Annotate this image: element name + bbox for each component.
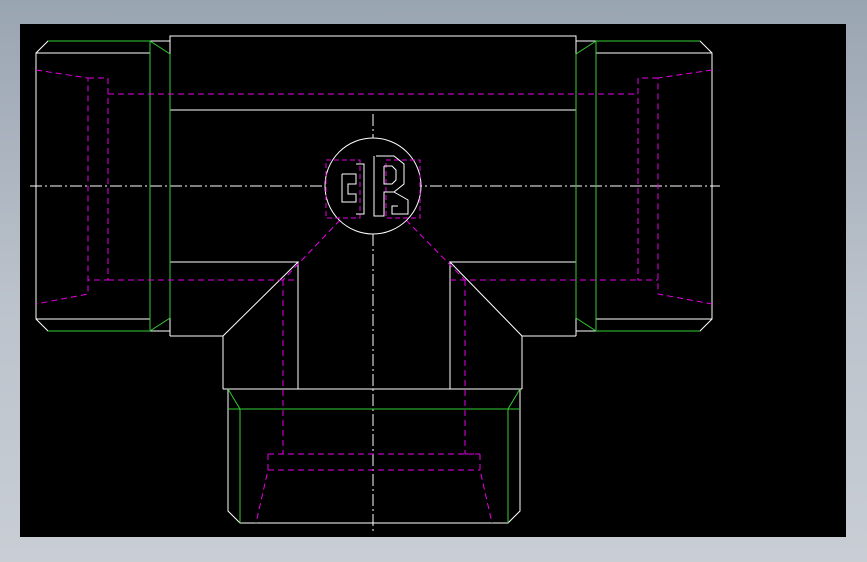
left-bore-inner-hidden (88, 77, 109, 281)
left-bore-hidden (35, 69, 89, 305)
left-inner-edge (170, 261, 300, 337)
right-inner-edge (448, 261, 576, 337)
thread-lines (48, 40, 700, 523)
left-lower-shoulder (170, 335, 224, 389)
logo-circle (324, 137, 422, 235)
right-bore-inner-hidden (637, 77, 658, 281)
diagonal-hidden-left (282, 219, 341, 281)
right-lower-shoulder (521, 335, 576, 389)
bottom-thread-chamfer (227, 388, 521, 410)
branch-thread-hidden-right (479, 454, 493, 524)
right-bore-hidden (657, 69, 713, 305)
main-body-top (169, 35, 577, 111)
drawing-viewport[interactable] (20, 24, 846, 537)
branch-thread-hidden-left (255, 454, 269, 524)
logo-icon (324, 137, 422, 235)
tee-fitting-drawing (30, 35, 720, 534)
diagonal-hidden-right (405, 219, 466, 281)
